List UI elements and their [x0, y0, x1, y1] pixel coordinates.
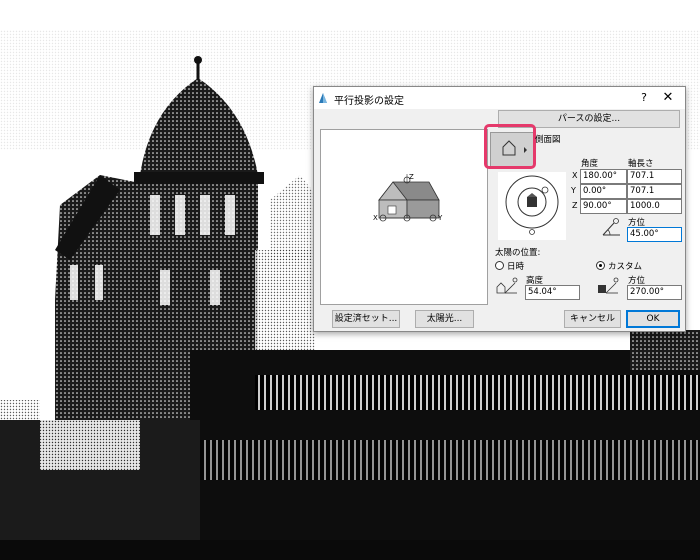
- preview-z-label: Z: [409, 173, 414, 181]
- axis-length-header: 軸長さ: [628, 159, 654, 169]
- sunlight-button[interactable]: 太陽光...: [415, 310, 474, 328]
- datetime-radio[interactable]: [495, 261, 504, 270]
- custom-radio[interactable]: [596, 261, 605, 270]
- altitude-input[interactable]: 54.04°: [525, 285, 580, 300]
- angle-header: 角度: [581, 159, 599, 169]
- azimuth-input[interactable]: 270.00°: [627, 285, 682, 300]
- highlight-annotation: [484, 124, 536, 169]
- dialog-title: 平行投影の設定: [334, 96, 404, 107]
- dialog-titlebar: 平行投影の設定 ? ✕: [314, 87, 685, 109]
- projection-preview: Z X Y: [320, 129, 488, 305]
- y-angle-input[interactable]: 0.00°: [580, 184, 627, 199]
- preview-x-label: X: [373, 214, 378, 222]
- x-axis-label: X: [572, 171, 578, 180]
- help-button[interactable]: ?: [636, 90, 652, 106]
- altitude-icon: [496, 277, 518, 294]
- x-length-input[interactable]: 707.1: [627, 169, 682, 184]
- app-icon: [319, 93, 327, 103]
- direction-icon: [602, 218, 620, 236]
- house-preview-icon: [378, 174, 440, 222]
- z-angle-input[interactable]: 90.00°: [580, 199, 627, 214]
- sun-compass-icon: [498, 172, 566, 240]
- azimuth-icon: [598, 277, 619, 294]
- cancel-button[interactable]: キャンセル: [564, 310, 621, 328]
- sun-position-label: 太陽の位置:: [495, 248, 541, 258]
- close-button[interactable]: ✕: [660, 90, 676, 106]
- x-angle-input[interactable]: 180.00°: [580, 169, 627, 184]
- z-length-input[interactable]: 1000.0: [627, 199, 682, 214]
- z-axis-label: Z: [572, 201, 578, 210]
- preview-y-label: Y: [438, 214, 443, 222]
- view-type-label: 側面図: [535, 135, 561, 145]
- parallel-projection-dialog: 平行投影の設定 ? ✕ Z X Y パースの設定... 側面図 角度 軸長さ X…: [313, 86, 686, 332]
- direction-input[interactable]: 45.00°: [627, 227, 682, 242]
- y-axis-label: Y: [571, 186, 576, 195]
- presets-button[interactable]: 設定済セット...: [332, 310, 400, 328]
- ok-button[interactable]: OK: [626, 310, 680, 328]
- custom-option-label: カスタム: [608, 262, 643, 272]
- datetime-option-label: 日時: [507, 262, 525, 272]
- y-length-input[interactable]: 707.1: [627, 184, 682, 199]
